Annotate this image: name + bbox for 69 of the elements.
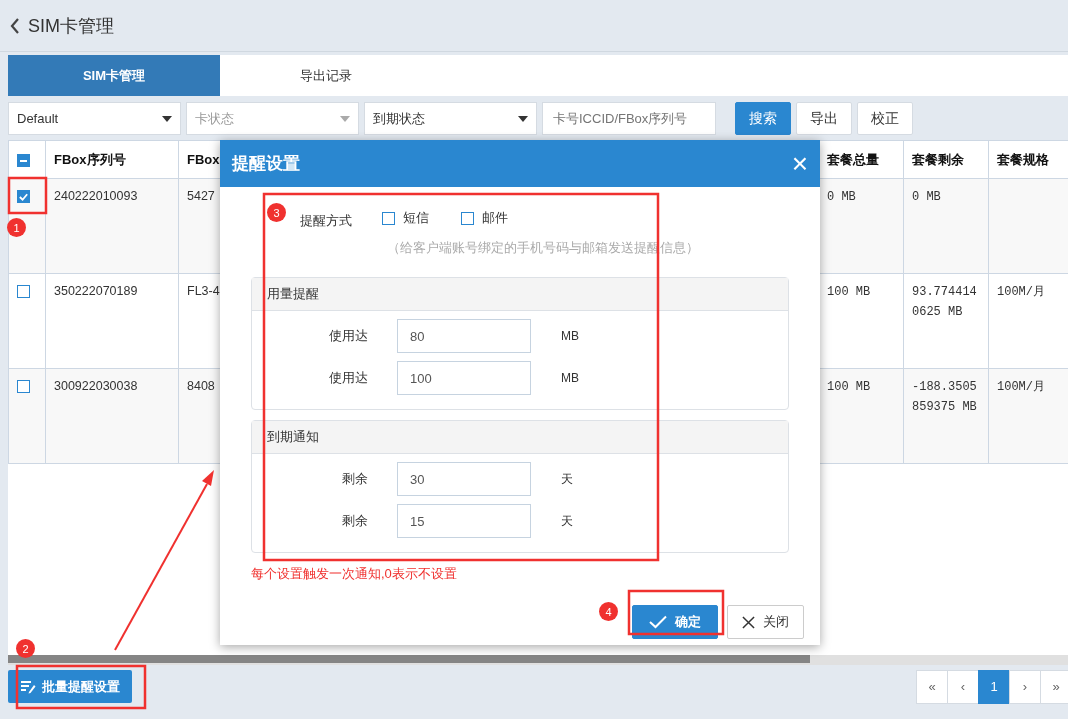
field-label: 提醒方式 <box>300 212 352 230</box>
unit-label: MB <box>561 329 579 343</box>
page-button[interactable]: ‹ <box>947 669 979 704</box>
scrollbar-thumb[interactable] <box>8 655 810 663</box>
dialog-title: 提醒设置 <box>232 153 300 175</box>
input-field[interactable]: 80 <box>397 319 531 353</box>
checkbox-option[interactable]: 短信 <box>382 209 429 227</box>
table-cell: 100M/月 <box>997 285 1045 299</box>
filter-button[interactable]: 导出 <box>796 102 852 135</box>
note-text: 每个设置触发一次通知,0表示不设置 <box>251 565 458 583</box>
tab[interactable]: SIM卡管理 <box>8 55 220 96</box>
page-button[interactable]: « <box>916 669 948 704</box>
edit-list-icon <box>20 679 36 694</box>
table-cell: 240222010093 <box>54 189 138 203</box>
filter-button[interactable]: 搜索 <box>735 102 791 135</box>
table-cell: 0 MB <box>827 190 856 204</box>
dropdown[interactable]: Default <box>8 102 181 135</box>
dropdown[interactable]: 到期状态 <box>364 102 537 135</box>
page-button[interactable]: 1 <box>978 669 1010 704</box>
select-all-checkbox[interactable] <box>17 154 30 168</box>
caret-icon <box>340 115 350 122</box>
column-header: 套餐剩余 <box>912 151 964 167</box>
field-label: 使用达 <box>328 369 368 387</box>
row-checkbox[interactable] <box>17 380 30 394</box>
back-icon[interactable] <box>10 17 20 34</box>
input-field[interactable]: 30 <box>397 462 531 496</box>
table-cell: 100 MB <box>827 285 871 299</box>
highlight-box <box>7 176 48 215</box>
column-header: 套餐规格 <box>997 151 1049 167</box>
table-cell: 93.7744140625 MB <box>912 285 977 319</box>
check-icon <box>649 615 667 629</box>
unit-label: 天 <box>561 470 573 488</box>
table-cell: 5427 <box>187 189 215 203</box>
filter-button[interactable]: 校正 <box>857 102 913 135</box>
checkbox-option[interactable]: 邮件 <box>461 209 508 227</box>
table-cell: 8408 <box>187 379 215 393</box>
confirm-button[interactable]: 确定 <box>632 605 718 639</box>
field-label: 使用达 <box>328 327 368 345</box>
close-dialog-button[interactable]: 关闭 <box>727 605 804 639</box>
table-cell: 350222070189 <box>54 284 138 298</box>
row-checkbox[interactable] <box>17 285 30 299</box>
close-icon <box>742 615 755 629</box>
table-cell: 100 MB <box>827 380 871 394</box>
panel-title: 到期通知 <box>252 421 788 454</box>
search-field[interactable]: 卡号ICCID/FBox序列号 <box>542 102 716 135</box>
field-label: 剩余 <box>341 470 368 488</box>
page-title: SIM卡管理 <box>28 14 114 38</box>
column-header: FBox序列号 <box>54 151 126 167</box>
page-button[interactable]: » <box>1040 669 1068 704</box>
row-checkbox[interactable] <box>17 190 30 204</box>
input-field[interactable]: 100 <box>397 361 531 395</box>
unit-label: 天 <box>561 512 573 530</box>
bulk-reminder-button[interactable]: 批量提醒设置 <box>8 670 132 703</box>
tab[interactable]: 导出记录 <box>220 55 432 96</box>
column-header: FBox <box>187 152 220 167</box>
unit-label: MB <box>561 371 579 385</box>
panel-title: 用量提醒 <box>252 278 788 311</box>
table-cell: -188.3505859375 MB <box>912 380 977 414</box>
caret-icon <box>162 115 172 122</box>
table-cell: FL3-4 <box>187 284 220 298</box>
input-field[interactable]: 15 <box>397 504 531 538</box>
table-cell: 100M/月 <box>997 380 1045 394</box>
page-button[interactable]: › <box>1009 669 1041 704</box>
field-label: 剩余 <box>341 512 368 530</box>
table-cell: 0 MB <box>912 190 941 204</box>
caret-icon <box>518 115 528 122</box>
column-header: 套餐总量 <box>827 151 879 167</box>
close-button[interactable]: × <box>787 149 812 178</box>
table-cell: 300922030038 <box>54 379 138 393</box>
